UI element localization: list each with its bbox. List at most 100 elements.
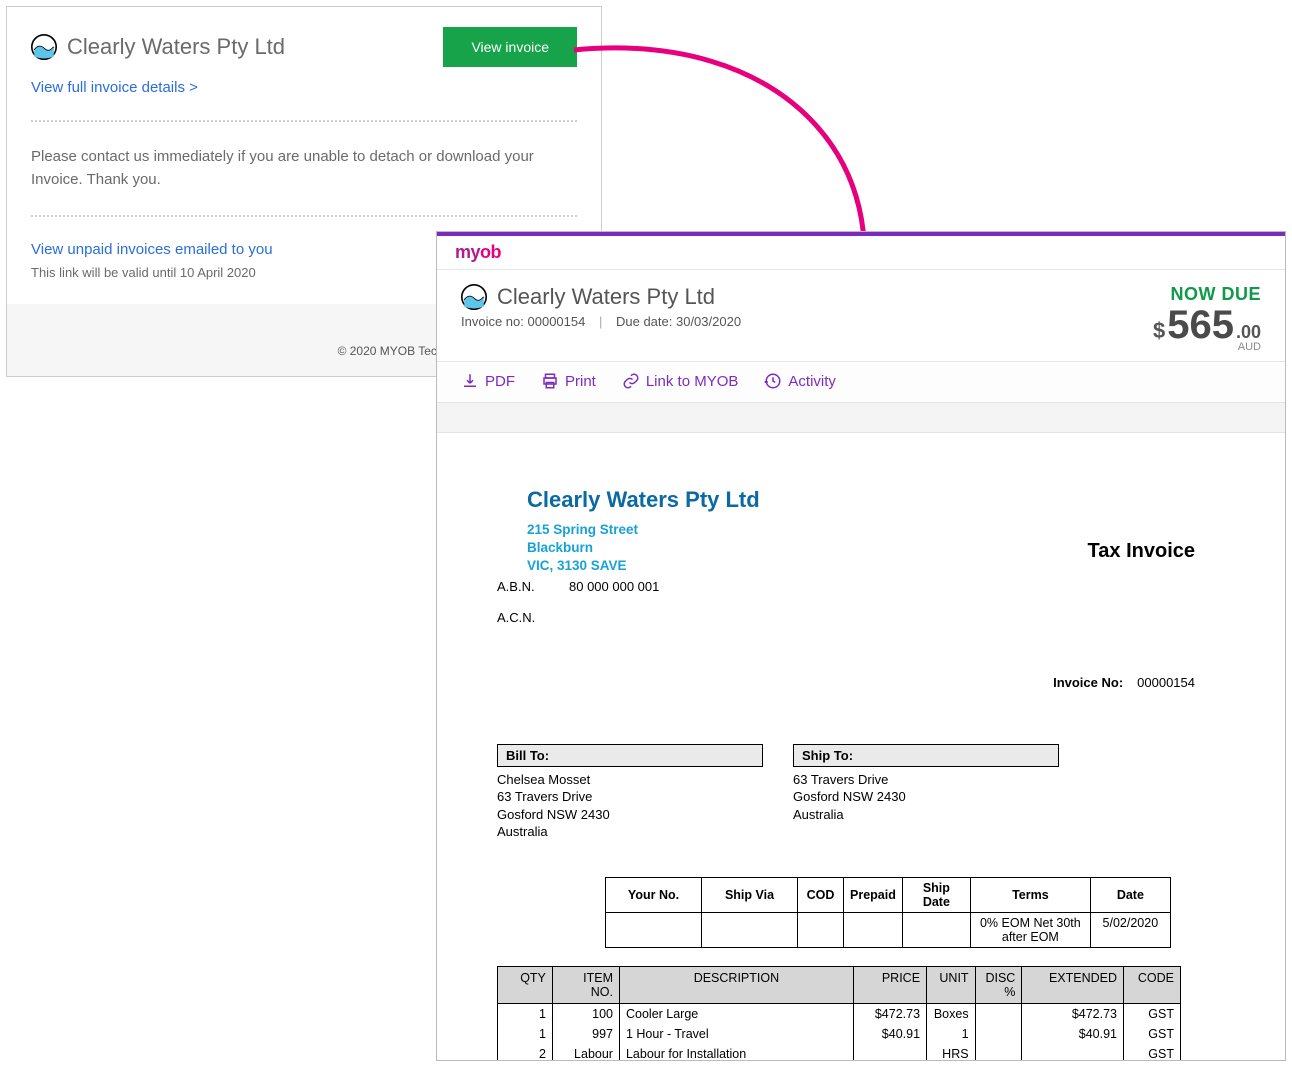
ship-header: Ship Via (702, 877, 798, 912)
link-label: Link to MYOB (646, 373, 739, 390)
item-cell: $40.91 (853, 1024, 926, 1044)
bill-to-box: Bill To: Chelsea Mosset 63 Travers Drive… (497, 744, 763, 841)
dollar-sign: $ (1153, 318, 1165, 344)
ship-header: Ship Date (902, 877, 970, 912)
due-date-label: Due date: (616, 314, 672, 329)
wave-logo-icon (461, 284, 487, 310)
item-header: UNIT (927, 966, 976, 1003)
abn-value: 80 000 000 001 (569, 579, 659, 594)
abn-label: A.B.N. (497, 579, 543, 594)
wave-logo-icon (31, 34, 57, 60)
acn-label: A.C.N. (497, 610, 543, 625)
item-cell (975, 1003, 1022, 1024)
item-cell: GST (1124, 1024, 1181, 1044)
email-body-text: Please contact us immediately if you are… (31, 146, 577, 191)
invoice-document: Clearly Waters Pty Ltd 215 Spring Street… (437, 433, 1285, 1061)
divider (31, 120, 577, 122)
due-date-value: 30/03/2020 (676, 314, 741, 329)
invoice-no-value: 00000154 (528, 314, 586, 329)
ship-value (798, 912, 844, 947)
ship-to-heading: Ship To: (793, 744, 1059, 767)
item-cell: HRS (927, 1044, 976, 1061)
view-invoice-button[interactable]: View invoice (443, 27, 577, 67)
download-icon (461, 372, 479, 390)
item-header: EXTENDED (1022, 966, 1124, 1003)
ship-value (702, 912, 798, 947)
pdf-label: PDF (485, 373, 515, 390)
print-button[interactable]: Print (541, 372, 596, 390)
acn-row: A.C.N. (497, 610, 1245, 625)
item-header: CODE (1124, 966, 1181, 1003)
item-header: DESCRIPTION (619, 966, 853, 1003)
invoice-no-label: Invoice no: (461, 314, 524, 329)
item-cell: Labour for Installation (619, 1044, 853, 1061)
amount-cents: .00 (1236, 322, 1261, 343)
item-cell: $472.73 (853, 1003, 926, 1024)
item-cell: Cooler Large (619, 1003, 853, 1024)
item-cell (975, 1044, 1022, 1061)
activity-button[interactable]: Activity (764, 372, 836, 390)
table-row: 2LabourLabour for Installation HRS GST (498, 1044, 1181, 1061)
action-bar: PDF Print Link to MYOB Activity (437, 362, 1285, 403)
activity-label: Activity (788, 373, 836, 390)
item-cell: 997 (552, 1024, 619, 1044)
addr-line: 215 Spring Street (527, 521, 1245, 539)
gray-strip (437, 403, 1285, 433)
link-icon (622, 372, 640, 390)
item-cell (853, 1044, 926, 1061)
view-full-details-link[interactable]: View full invoice details > (31, 79, 577, 96)
item-header: PRICE (853, 966, 926, 1003)
ship-value (606, 912, 702, 947)
doc-invoice-no-label: Invoice No: (1053, 675, 1123, 690)
item-cell: 1 (498, 1003, 553, 1024)
now-due-label: NOW DUE (1153, 284, 1261, 305)
email-header: Clearly Waters Pty Ltd View invoice (31, 27, 577, 67)
ship-header: Date (1090, 877, 1170, 912)
ship-value (902, 912, 970, 947)
amount-display: $ 565 .00 (1153, 305, 1261, 345)
ship-value: 0% EOM Net 30th after EOM (970, 912, 1090, 947)
item-cell: 2 (498, 1044, 553, 1061)
amount-main: 565 (1167, 305, 1234, 345)
ship-header: COD (798, 877, 844, 912)
item-cell: 1 (927, 1024, 976, 1044)
ship-to-address: 63 Travers Drive Gosford NSW 2430 Austra… (793, 767, 1059, 824)
ship-value: 5/02/2020 (1090, 912, 1170, 947)
table-row: 1100Cooler Large$472.73Boxes$472.73GST (498, 1003, 1181, 1024)
history-icon (764, 372, 782, 390)
item-cell: 1 (498, 1024, 553, 1044)
invoice-company-name: Clearly Waters Pty Ltd (497, 284, 715, 310)
invoice-company: Clearly Waters Pty Ltd (461, 284, 741, 310)
item-cell (975, 1024, 1022, 1044)
table-row: 19971 Hour - Travel$40.911$40.91GST (498, 1024, 1181, 1044)
line-items-table: QTYITEM NO.DESCRIPTIONPRICEUNITDISC %EXT… (497, 966, 1181, 1061)
divider (31, 215, 577, 217)
doc-company-name: Clearly Waters Pty Ltd (527, 487, 1245, 513)
invoice-panel: myob Clearly Waters Pty Ltd Invoice no: … (436, 231, 1286, 1061)
address-boxes: Bill To: Chelsea Mosset 63 Travers Drive… (497, 744, 1245, 841)
bill-to-address: Chelsea Mosset 63 Travers Drive Gosford … (497, 767, 763, 841)
item-header: DISC % (975, 966, 1022, 1003)
item-cell (1022, 1044, 1124, 1061)
link-to-myob-button[interactable]: Link to MYOB (622, 372, 739, 390)
item-cell: $472.73 (1022, 1003, 1124, 1024)
invoice-header: Clearly Waters Pty Ltd Invoice no: 00000… (437, 270, 1285, 362)
print-icon (541, 372, 559, 390)
company-block: Clearly Waters Pty Ltd (31, 34, 285, 60)
doc-invoice-no-row: Invoice No: 00000154 (497, 675, 1245, 690)
pdf-button[interactable]: PDF (461, 372, 515, 390)
email-company-name: Clearly Waters Pty Ltd (67, 34, 285, 60)
item-cell: Labour (552, 1044, 619, 1061)
item-cell: GST (1124, 1044, 1181, 1061)
ship-value (844, 912, 903, 947)
ship-header: Prepaid (844, 877, 903, 912)
ship-header: Terms (970, 877, 1090, 912)
ship-info-table: Your No.Ship ViaCODPrepaidShip DateTerms… (605, 877, 1171, 948)
ship-to-box: Ship To: 63 Travers Drive Gosford NSW 24… (793, 744, 1059, 841)
item-cell: Boxes (927, 1003, 976, 1024)
abn-row: A.B.N. 80 000 000 001 (497, 579, 1245, 594)
print-label: Print (565, 373, 596, 390)
doc-invoice-no-value: 00000154 (1137, 675, 1195, 690)
item-cell: $40.91 (1022, 1024, 1124, 1044)
view-unpaid-invoices-link[interactable]: View unpaid invoices emailed to you (31, 241, 273, 258)
